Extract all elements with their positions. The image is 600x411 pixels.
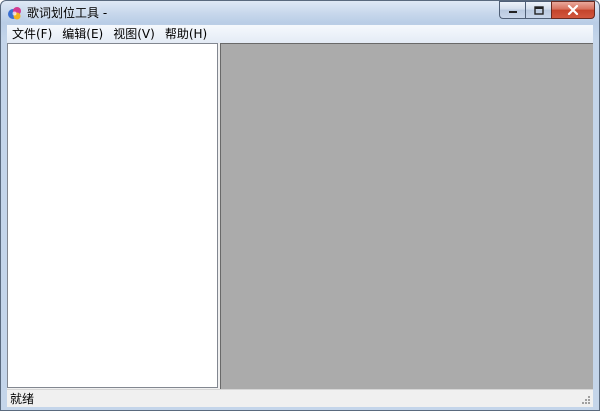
close-button[interactable] xyxy=(551,1,595,19)
app-window: 歌词划位工具 - 文件(F) 编辑(E) 视图(V) 帮助(H) 就绪 xyxy=(0,0,600,411)
resize-grip-icon[interactable] xyxy=(580,394,591,405)
title-bar[interactable]: 歌词划位工具 - xyxy=(1,1,599,25)
status-bar: 就绪 xyxy=(7,389,593,407)
minimize-button[interactable] xyxy=(499,1,525,19)
close-icon xyxy=(567,5,579,15)
window-title: 歌词划位工具 - xyxy=(27,6,108,20)
menu-bar: 文件(F) 编辑(E) 视图(V) 帮助(H) xyxy=(7,25,593,43)
app-logo-icon[interactable] xyxy=(7,5,23,21)
menu-help[interactable]: 帮助(H) xyxy=(160,25,212,43)
maximize-icon xyxy=(533,5,544,15)
lyrics-list-pane[interactable] xyxy=(7,43,218,388)
document-view-pane[interactable] xyxy=(220,43,593,389)
menu-edit[interactable]: 编辑(E) xyxy=(57,25,108,43)
client-area xyxy=(7,43,593,389)
menu-view[interactable]: 视图(V) xyxy=(108,25,160,43)
menu-file[interactable]: 文件(F) xyxy=(7,25,57,43)
maximize-button[interactable] xyxy=(525,1,551,19)
status-text: 就绪 xyxy=(10,392,35,406)
minimize-icon xyxy=(508,11,517,13)
caption-buttons xyxy=(499,1,595,19)
